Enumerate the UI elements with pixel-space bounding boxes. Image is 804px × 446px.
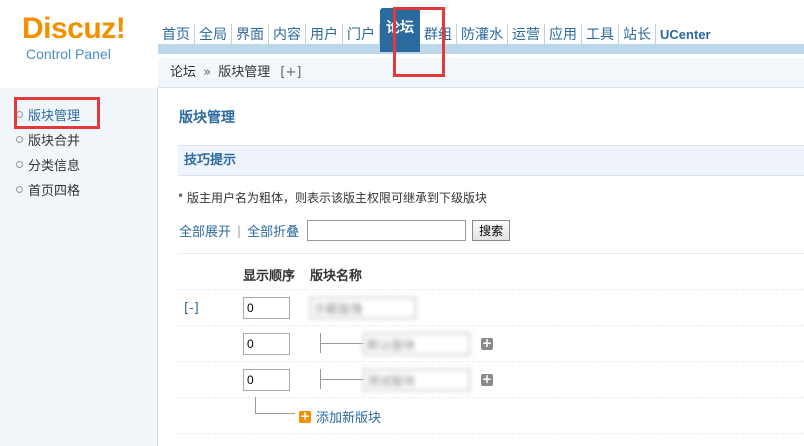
col-header-name: 版块名称 — [310, 269, 363, 284]
nav-item-apps[interactable]: 应用 — [545, 24, 582, 46]
nav-item-group[interactable]: 群组 — [420, 24, 457, 46]
collapse-toggle[interactable]: [-] — [184, 301, 199, 316]
nav-item-operation[interactable]: 运营 — [508, 24, 545, 46]
breadcrumb-separator: » — [203, 65, 212, 80]
row-divider — [178, 325, 804, 326]
logo-main: Discuz! — [22, 12, 126, 45]
sidebar-item-home-grid[interactable]: 首页四格 — [14, 180, 80, 199]
breadcrumb-section[interactable]: 论坛 — [170, 65, 196, 80]
tree-line — [255, 413, 295, 414]
name-input-row2[interactable] — [363, 333, 470, 355]
forum-search-input[interactable] — [307, 220, 467, 241]
nav-item-antispam[interactable]: 防灌水 — [457, 24, 508, 46]
add-new-forum-label: 添加新版块 — [316, 411, 382, 426]
add-subforum-icon[interactable]: + — [481, 373, 493, 386]
nav-item-user[interactable]: 用户 — [306, 24, 343, 46]
sidebar: 版块管理 版块合并 分类信息 首页四格 — [0, 88, 158, 446]
nav-item-forum[interactable]: 论坛 — [380, 8, 420, 52]
nav-item-portal[interactable]: 门户 — [343, 24, 380, 46]
add-subforum-icon[interactable]: + — [481, 337, 493, 350]
order-input-row2[interactable] — [243, 333, 290, 355]
main-content: 版块管理 技巧提示 版主用户名为粗体，则表示该版主权限可继承到下级版块 全部展开… — [159, 89, 804, 446]
tip-text: 版主用户名为粗体，则表示该版主权限可继承到下级版块 — [177, 189, 487, 206]
order-input-row3[interactable] — [243, 369, 290, 391]
sidebar-item-thread-types[interactable]: 分类信息 — [14, 155, 80, 174]
order-input-row1[interactable] — [243, 297, 290, 319]
row-divider — [178, 361, 804, 362]
sidebar-item-forum-manage[interactable]: 版块管理 — [14, 105, 80, 124]
breadcrumb: 论坛 » 版块管理 [+] — [158, 58, 804, 88]
header: Discuz! Control Panel 首页 全局 界面 内容 用户 门户 … — [0, 0, 804, 62]
row-divider — [178, 397, 804, 398]
tree-line — [320, 343, 364, 344]
add-new-forum-link[interactable]: + 添加新版块 — [299, 407, 381, 426]
page-title: 版块管理 — [179, 110, 235, 126]
nav-item-global[interactable]: 全局 — [195, 24, 232, 46]
grid-divider — [178, 253, 804, 254]
toolbar: 全部展开 | 全部折叠 搜索 — [179, 220, 511, 241]
nav-item-content[interactable]: 内容 — [269, 24, 306, 46]
nav-item-style[interactable]: 界面 — [232, 24, 269, 46]
name-input-row3[interactable] — [363, 369, 470, 391]
sidebar-item-forum-merge[interactable]: 版块合并 — [14, 130, 80, 149]
expand-all-link[interactable]: 全部展开 — [179, 221, 231, 240]
name-input-row1[interactable] — [310, 297, 416, 319]
collapse-all-link[interactable]: 全部折叠 — [247, 221, 299, 240]
plus-icon: + — [299, 408, 311, 423]
nav-item-founder[interactable]: 站长 — [619, 24, 656, 46]
tips-header: 技巧提示 — [178, 145, 804, 176]
tree-line — [255, 397, 256, 413]
nav-item-tools[interactable]: 工具 — [582, 24, 619, 46]
logo-sub: Control Panel — [26, 46, 111, 62]
tree-line — [320, 379, 364, 380]
nav-item-home[interactable]: 首页 — [158, 24, 195, 46]
nav-item-ucenter[interactable]: UCenter — [656, 24, 715, 46]
row-divider — [178, 289, 804, 290]
breadcrumb-page: 版块管理 — [218, 65, 271, 80]
toolbar-divider: | — [237, 223, 242, 238]
search-button[interactable]: 搜索 — [472, 220, 511, 241]
row-divider — [178, 433, 804, 434]
discuz-logo: Discuz! Control Panel — [22, 12, 132, 63]
col-header-order: 显示顺序 — [243, 269, 296, 284]
add-shortcut-button[interactable]: [+] — [280, 65, 301, 80]
top-nav: 首页 全局 界面 内容 用户 门户 论坛 群组 防灌水 运营 应用 工具 站长 … — [158, 8, 715, 52]
